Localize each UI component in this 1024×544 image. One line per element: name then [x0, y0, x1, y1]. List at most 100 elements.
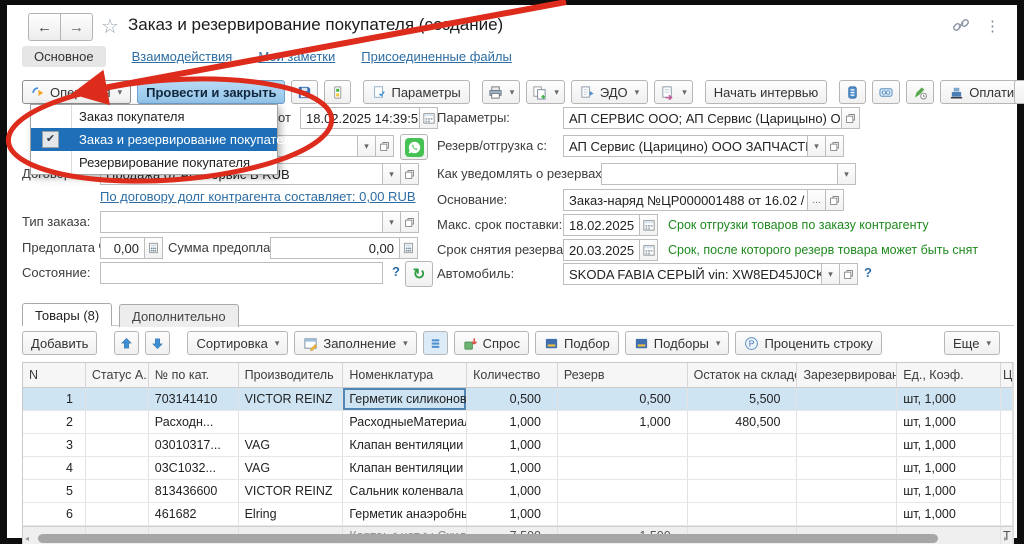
clipped-toolbar-button[interactable]: [1014, 80, 1024, 104]
scroll-left-icon[interactable]: ◂: [25, 534, 29, 543]
col-header-unit[interactable]: Ед., Коэф.: [897, 363, 1002, 387]
state-refresh-button[interactable]: ↻: [405, 261, 433, 287]
col-header-clipped[interactable]: Ц: [1001, 363, 1013, 387]
demand-button[interactable]: Спрос: [453, 331, 529, 355]
calculator-icon[interactable]: [400, 237, 418, 259]
basis-input[interactable]: Заказ-наряд №ЦР000001488 от 16.02 / В ра…: [563, 189, 808, 211]
open-item-icon[interactable]: [840, 263, 858, 285]
tab-main[interactable]: Основное: [22, 46, 106, 67]
calendar-icon[interactable]: [640, 214, 658, 236]
pick-button[interactable]: Подбор: [535, 331, 619, 355]
dropdown-caret-icon: ▾: [509, 86, 515, 97]
max-delivery-input[interactable]: 18.02.2025: [563, 214, 640, 236]
sign-schedule-button[interactable]: [906, 80, 935, 104]
reserve-release-input[interactable]: 20.03.2025: [563, 239, 640, 261]
table-row[interactable]: 2 Расходн... РасходныеМатериалы 1,000 1,…: [23, 411, 1013, 434]
discount-card-button[interactable]: [872, 80, 901, 104]
col-header-cat[interactable]: № по кат.: [149, 363, 239, 387]
combo-caret-icon[interactable]: ▾: [838, 163, 856, 185]
calendar-icon[interactable]: [640, 239, 658, 261]
col-header-reserve[interactable]: Резерв: [558, 363, 688, 387]
combo-caret-icon[interactable]: ▾: [822, 263, 840, 285]
copy-create-icon: [533, 85, 546, 100]
tab-additional[interactable]: Дополнительно: [119, 304, 239, 327]
price-row-button[interactable]: P Проценить строку: [735, 331, 882, 355]
car-help-icon[interactable]: ?: [864, 265, 872, 280]
whatsapp-button[interactable]: [400, 134, 428, 160]
pay-button[interactable]: Оплатить: [940, 80, 1024, 104]
sort-button[interactable]: Сортировка ▾: [187, 331, 289, 355]
edo-button[interactable]: ЭДО ▾: [570, 80, 649, 104]
list-button[interactable]: [839, 80, 867, 104]
print-button[interactable]: ▾: [481, 80, 521, 104]
reserve-from-input[interactable]: АП Сервис (Царицино) ООО ЗАПЧАСТИ: [563, 135, 808, 157]
menu-item-customer-reservation[interactable]: Резервирование покупателя: [31, 151, 277, 174]
prepayment-sum-input[interactable]: 0,00: [270, 237, 400, 259]
prepayment-input[interactable]: 0,00: [100, 237, 145, 259]
operation-button[interactable]: Операция ▾: [22, 80, 132, 104]
combo-caret-icon[interactable]: ▾: [808, 135, 826, 157]
cell-reserved: [797, 503, 898, 525]
col-header-n[interactable]: N: [23, 363, 86, 387]
calendar-icon[interactable]: [420, 107, 438, 129]
table-row[interactable]: 1 703141410 VICTOR REINZ Герметик силико…: [23, 388, 1013, 411]
back-button[interactable]: ←: [28, 13, 61, 41]
combo-caret-icon[interactable]: ▾: [383, 163, 401, 185]
forward-button[interactable]: →: [61, 13, 93, 41]
parameters-input[interactable]: АП СЕРВИС ООО; АП Сервис (Царицыно) ООО;…: [563, 107, 842, 129]
open-item-icon[interactable]: [376, 135, 394, 157]
col-header-manufacturer[interactable]: Производитель: [239, 363, 344, 387]
col-header-qty[interactable]: Количество: [467, 363, 558, 387]
choose-ellipsis-button[interactable]: ...: [808, 189, 826, 211]
state-help-icon[interactable]: ?: [392, 264, 400, 279]
move-up-button[interactable]: [114, 331, 140, 355]
horizontal-scrollbar-thumb[interactable]: [38, 534, 938, 543]
col-header-nomenclature[interactable]: Номенклатура: [343, 363, 468, 387]
add-row-button[interactable]: Добавить: [22, 331, 98, 355]
create-based-on-button[interactable]: ▾: [654, 80, 693, 104]
open-item-icon[interactable]: [401, 163, 419, 185]
notify-input[interactable]: [601, 163, 838, 185]
menu-item-customer-order[interactable]: Заказ покупателя: [31, 105, 277, 128]
open-item-icon[interactable]: [826, 135, 844, 157]
order-type-input[interactable]: [100, 211, 383, 233]
contract-debt-link[interactable]: По договору долг контрагента составляет:…: [100, 189, 416, 204]
table-row[interactable]: 4 03C1032... VAG Клапан вентиляции к... …: [23, 457, 1013, 480]
picks-button[interactable]: Подборы ▾: [624, 331, 730, 355]
post-and-close-button[interactable]: Провести и закрыть: [137, 80, 286, 104]
menu-item-order-and-reservation[interactable]: ✔ Заказ и резервирование покупателя: [31, 128, 298, 151]
col-header-reserved[interactable]: Зарезервировано: [797, 363, 898, 387]
combo-caret-icon[interactable]: ▾: [383, 211, 401, 233]
table-row[interactable]: 5 813436600 VICTOR REINZ Сальник коленва…: [23, 480, 1013, 503]
goods-more-button[interactable]: Еще ▾: [944, 331, 1000, 355]
start-interview-button[interactable]: Начать интервью: [704, 80, 828, 104]
copy-create-button[interactable]: ▾: [526, 80, 565, 104]
tab-interactions[interactable]: Взаимодействия: [132, 49, 233, 64]
open-item-icon[interactable]: [826, 189, 844, 211]
move-down-button[interactable]: [145, 331, 171, 355]
date-input[interactable]: 18.02.2025 14:39:5: [300, 107, 420, 129]
col-header-stock[interactable]: Остаток на складе: [688, 363, 798, 387]
table-row[interactable]: 3 03010317... VAG Клапан вентиляции к...…: [23, 434, 1013, 457]
open-item-icon[interactable]: [842, 107, 860, 129]
col-header-status[interactable]: Статус А...: [86, 363, 149, 387]
combo-caret-icon[interactable]: ▾: [358, 135, 376, 157]
state-input[interactable]: [100, 262, 383, 284]
tab-attached-files[interactable]: Присоединенные файлы: [361, 49, 512, 64]
tab-goods[interactable]: Товары (8): [22, 303, 113, 326]
car-input[interactable]: SKODA FABIA СЕРЫЙ vin: XW8ED45J0CK555112…: [563, 263, 822, 285]
scroll-right-icon[interactable]: ▸: [1004, 534, 1008, 543]
more-menu-icon[interactable]: ⋮: [985, 17, 1000, 35]
open-item-icon[interactable]: [401, 211, 419, 233]
fill-button[interactable]: Заполнение ▾: [294, 331, 417, 355]
post-document-button[interactable]: [324, 80, 352, 104]
favorite-star-icon[interactable]: ☆: [101, 14, 119, 39]
save-button[interactable]: [291, 80, 319, 104]
parameters-button[interactable]: Параметры: [363, 80, 470, 104]
get-link-icon[interactable]: [952, 16, 970, 34]
cell-nomenclature-focused[interactable]: Герметик силиконов...: [343, 388, 468, 410]
tab-my-notes[interactable]: Мои заметки: [258, 49, 335, 64]
row-view-toggle-button[interactable]: [422, 331, 448, 355]
table-row[interactable]: 6 461682 Elring Герметик анаэробный 1,00…: [23, 503, 1013, 526]
calculator-icon[interactable]: [145, 237, 163, 259]
